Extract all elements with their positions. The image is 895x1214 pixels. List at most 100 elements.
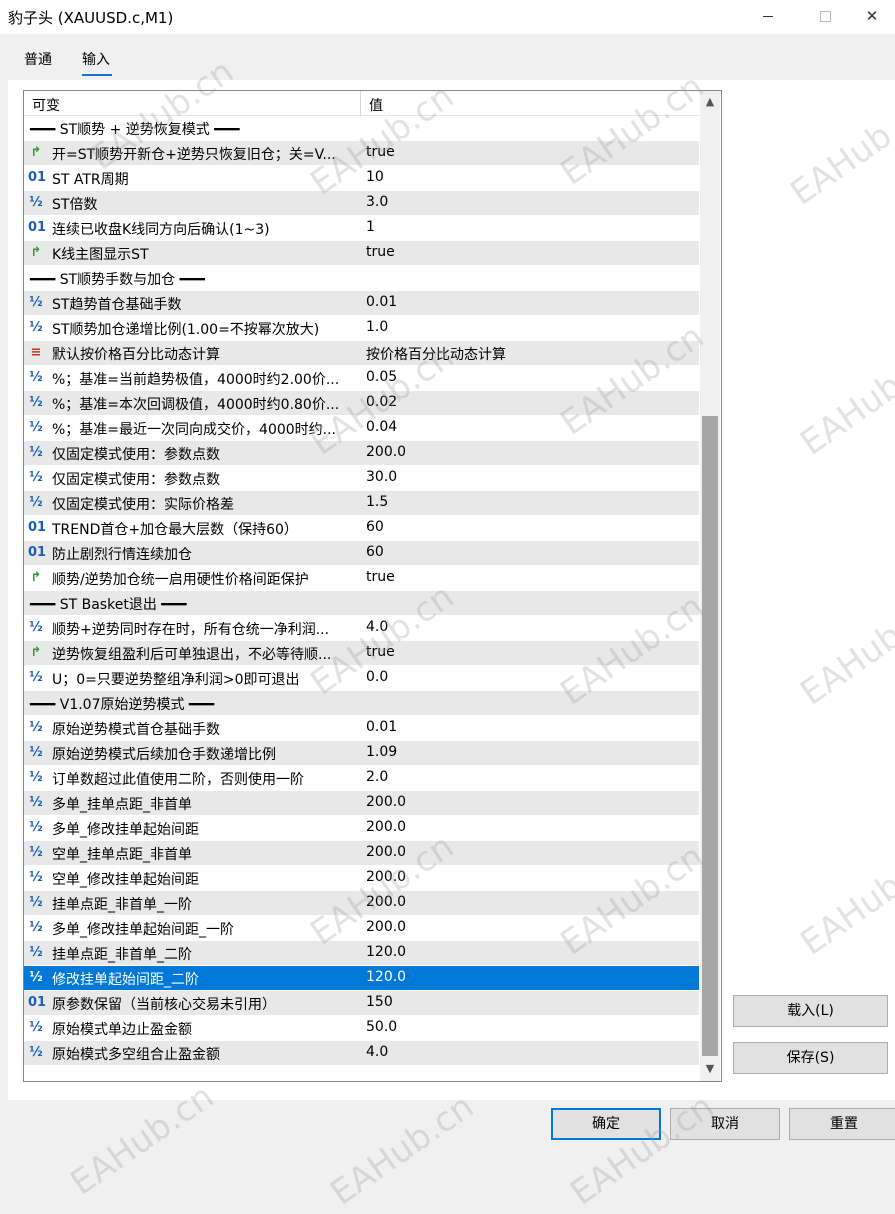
cancel-button[interactable]: 取消 <box>670 1108 780 1140</box>
maximize-icon <box>819 11 831 22</box>
parameter-value[interactable]: 0.05 <box>366 369 397 385</box>
parameter-row[interactable]: ½ 空单_挂单点距_非首单 200.0 <box>24 841 699 866</box>
parameter-value[interactable]: 3.0 <box>366 194 388 210</box>
parameter-value[interactable]: 200.0 <box>366 444 406 460</box>
parameter-value[interactable]: 200.0 <box>366 844 406 860</box>
section-title: ━━━ V1.07原始逆势模式 ━━━ <box>30 697 215 713</box>
minimize-button[interactable] <box>745 0 791 34</box>
double-type-icon: ½ <box>29 870 43 885</box>
double-type-icon: ½ <box>29 320 43 335</box>
parameter-row[interactable]: ↱ 开=ST顺势开新仓+逆势只恢复旧仓；关=V... true <box>24 141 699 166</box>
section-header-row[interactable]: ━━━ V1.07原始逆势模式 ━━━ <box>24 691 699 716</box>
parameter-row[interactable]: ½ 挂单点距_非首单_一阶 200.0 <box>24 891 699 916</box>
parameter-value[interactable]: 0.0 <box>366 669 388 685</box>
close-button[interactable]: ✕ <box>849 0 895 34</box>
double-type-icon: ½ <box>29 620 43 635</box>
parameter-row[interactable]: 01 防止剧烈行情连续加仓 60 <box>24 541 699 566</box>
ok-button[interactable]: 确定 <box>551 1108 661 1140</box>
parameter-row[interactable]: ½ 顺势+逆势同时存在时，所有仓统一净利润... 4.0 <box>24 616 699 641</box>
parameter-row[interactable]: ↱ K线主图显示ST true <box>24 241 699 266</box>
scrollbar-thumb[interactable] <box>702 416 718 1056</box>
save-button[interactable]: 保存(S) <box>733 1042 888 1074</box>
parameter-value[interactable]: true <box>366 244 395 260</box>
parameter-row[interactable]: ↱ 顺势/逆势加仓统一启用硬性价格间距保护 true <box>24 566 699 591</box>
grid-header: 可变 值 <box>24 91 699 116</box>
parameter-row[interactable]: ½ 修改挂单起始间距_二阶 120.0 <box>24 966 699 991</box>
parameter-value[interactable]: 50.0 <box>366 1019 397 1035</box>
parameter-row[interactable]: ½ %；基准=最近一次同向成交价，4000时约... 0.04 <box>24 416 699 441</box>
parameter-value[interactable]: 200.0 <box>366 919 406 935</box>
parameter-row[interactable]: ½ 原始逆势模式后续加仓手数递增比例 1.09 <box>24 741 699 766</box>
parameter-value[interactable]: true <box>366 144 395 160</box>
parameter-value[interactable]: 1.5 <box>366 494 388 510</box>
parameter-row[interactable]: ½ ST趋势首仓基础手数 0.01 <box>24 291 699 316</box>
watermark-text: EAHub.cn <box>323 1086 482 1214</box>
section-header-row[interactable]: ━━━ ST Basket退出 ━━━ <box>24 591 699 616</box>
parameter-value[interactable]: 1.0 <box>366 319 388 335</box>
column-header-variable[interactable]: 可变 <box>32 95 60 115</box>
parameter-row[interactable]: ½ 订单数超过此值使用二阶，否则使用一阶 2.0 <box>24 766 699 791</box>
parameter-name: %；基准=最近一次同向成交价，4000时约... <box>52 422 337 438</box>
parameter-value[interactable]: 1.09 <box>366 744 397 760</box>
vertical-scrollbar[interactable]: ▲ ▼ <box>700 91 720 1081</box>
parameter-value[interactable]: 4.0 <box>366 619 388 635</box>
parameter-value[interactable]: 4.0 <box>366 1044 388 1060</box>
section-header-row[interactable]: ━━━ ST顺势 + 逆势恢复模式 ━━━ <box>24 116 699 141</box>
parameter-row[interactable]: ½ 原始逆势模式首仓基础手数 0.01 <box>24 716 699 741</box>
parameter-value[interactable]: 2.0 <box>366 769 388 785</box>
load-button[interactable]: 载入(L) <box>733 995 888 1027</box>
parameter-name: 防止剧烈行情连续加仓 <box>52 547 192 563</box>
parameter-value[interactable]: 150 <box>366 994 393 1010</box>
parameter-name: 挂单点距_非首单_一阶 <box>52 897 192 913</box>
parameter-row[interactable]: ½ 多单_挂单点距_非首单 200.0 <box>24 791 699 816</box>
parameter-row[interactable]: ↱ 逆势恢复组盈利后可单独退出，不必等待顺... true <box>24 641 699 666</box>
parameter-value[interactable]: 0.01 <box>366 719 397 735</box>
parameter-value[interactable]: 按价格百分比动态计算 <box>366 344 506 364</box>
parameter-value[interactable]: 0.01 <box>366 294 397 310</box>
parameter-row[interactable]: ½ 原始模式单边止盈金额 50.0 <box>24 1016 699 1041</box>
parameter-value[interactable]: 30.0 <box>366 469 397 485</box>
parameter-value[interactable]: true <box>366 569 395 585</box>
column-header-value[interactable]: 值 <box>369 95 383 115</box>
parameter-row[interactable]: 01 原参数保留（当前核心交易未引用） 150 <box>24 991 699 1016</box>
parameter-row[interactable]: 01 ST ATR周期 10 <box>24 166 699 191</box>
parameter-value[interactable]: 120.0 <box>366 969 406 985</box>
parameter-value[interactable]: 0.02 <box>366 394 397 410</box>
parameter-value[interactable]: 200.0 <box>366 819 406 835</box>
parameter-value[interactable]: 200.0 <box>366 869 406 885</box>
parameter-row[interactable]: ½ 仅固定模式使用：参数点数 200.0 <box>24 441 699 466</box>
parameter-row[interactable]: ½ U；0=只要逆势整组净利润>0即可退出 0.0 <box>24 666 699 691</box>
parameter-row[interactable]: ½ 挂单点距_非首单_二阶 120.0 <box>24 941 699 966</box>
bool-type-icon: ↱ <box>30 245 42 260</box>
parameter-value[interactable]: 1 <box>366 219 375 235</box>
parameter-row[interactable]: ½ 仅固定模式使用：参数点数 30.0 <box>24 466 699 491</box>
bool-type-icon: ↱ <box>30 145 42 160</box>
parameter-value[interactable]: 200.0 <box>366 794 406 810</box>
parameter-row[interactable]: ½ 多单_修改挂单起始间距 200.0 <box>24 816 699 841</box>
parameter-value[interactable]: 0.04 <box>366 419 397 435</box>
parameter-row[interactable]: ½ ST顺势加仓递增比例(1.00=不按幂次放大) 1.0 <box>24 316 699 341</box>
parameter-row[interactable]: ½ 仅固定模式使用：实际价格差 1.5 <box>24 491 699 516</box>
section-header-row[interactable]: ━━━ ST顺势手数与加仓 ━━━ <box>24 266 699 291</box>
parameter-row[interactable]: ½ 原始模式多空组合止盈金额 4.0 <box>24 1041 699 1066</box>
parameter-row[interactable]: ½ %；基准=当前趋势极值，4000时约2.00价... 0.05 <box>24 366 699 391</box>
parameter-row[interactable]: 01 TREND首仓+加仓最大层数（保持60） 60 <box>24 516 699 541</box>
parameter-row[interactable]: 01 连续已收盘K线同方向后确认(1~3) 1 <box>24 216 699 241</box>
inputs-grid[interactable]: 可变 值 ━━━ ST顺势 + 逆势恢复模式 ━━━ ↱ 开=ST顺势开新仓+逆势只… <box>23 90 722 1082</box>
parameter-row[interactable]: ½ %；基准=本次回调极值，4000时约0.80价... 0.02 <box>24 391 699 416</box>
parameter-row[interactable]: ½ 空单_修改挂单起始间距 200.0 <box>24 866 699 891</box>
reset-button[interactable]: 重置 <box>789 1108 895 1140</box>
scroll-down-arrow-icon[interactable]: ▼ <box>700 1059 720 1079</box>
parameter-row[interactable]: ≡ 默认按价格百分比动态计算 按价格百分比动态计算 <box>24 341 699 366</box>
tab-inputs[interactable]: 输入 <box>82 49 112 76</box>
tab-general[interactable]: 普通 <box>24 49 52 69</box>
parameter-row[interactable]: ½ ST倍数 3.0 <box>24 191 699 216</box>
scroll-up-arrow-icon[interactable]: ▲ <box>700 92 720 112</box>
parameter-value[interactable]: 120.0 <box>366 944 406 960</box>
parameter-value[interactable]: true <box>366 644 395 660</box>
parameter-value[interactable]: 60 <box>366 519 384 535</box>
parameter-value[interactable]: 200.0 <box>366 894 406 910</box>
parameter-value[interactable]: 10 <box>366 169 384 185</box>
parameter-row[interactable]: ½ 多单_修改挂单起始间距_一阶 200.0 <box>24 916 699 941</box>
parameter-value[interactable]: 60 <box>366 544 384 560</box>
